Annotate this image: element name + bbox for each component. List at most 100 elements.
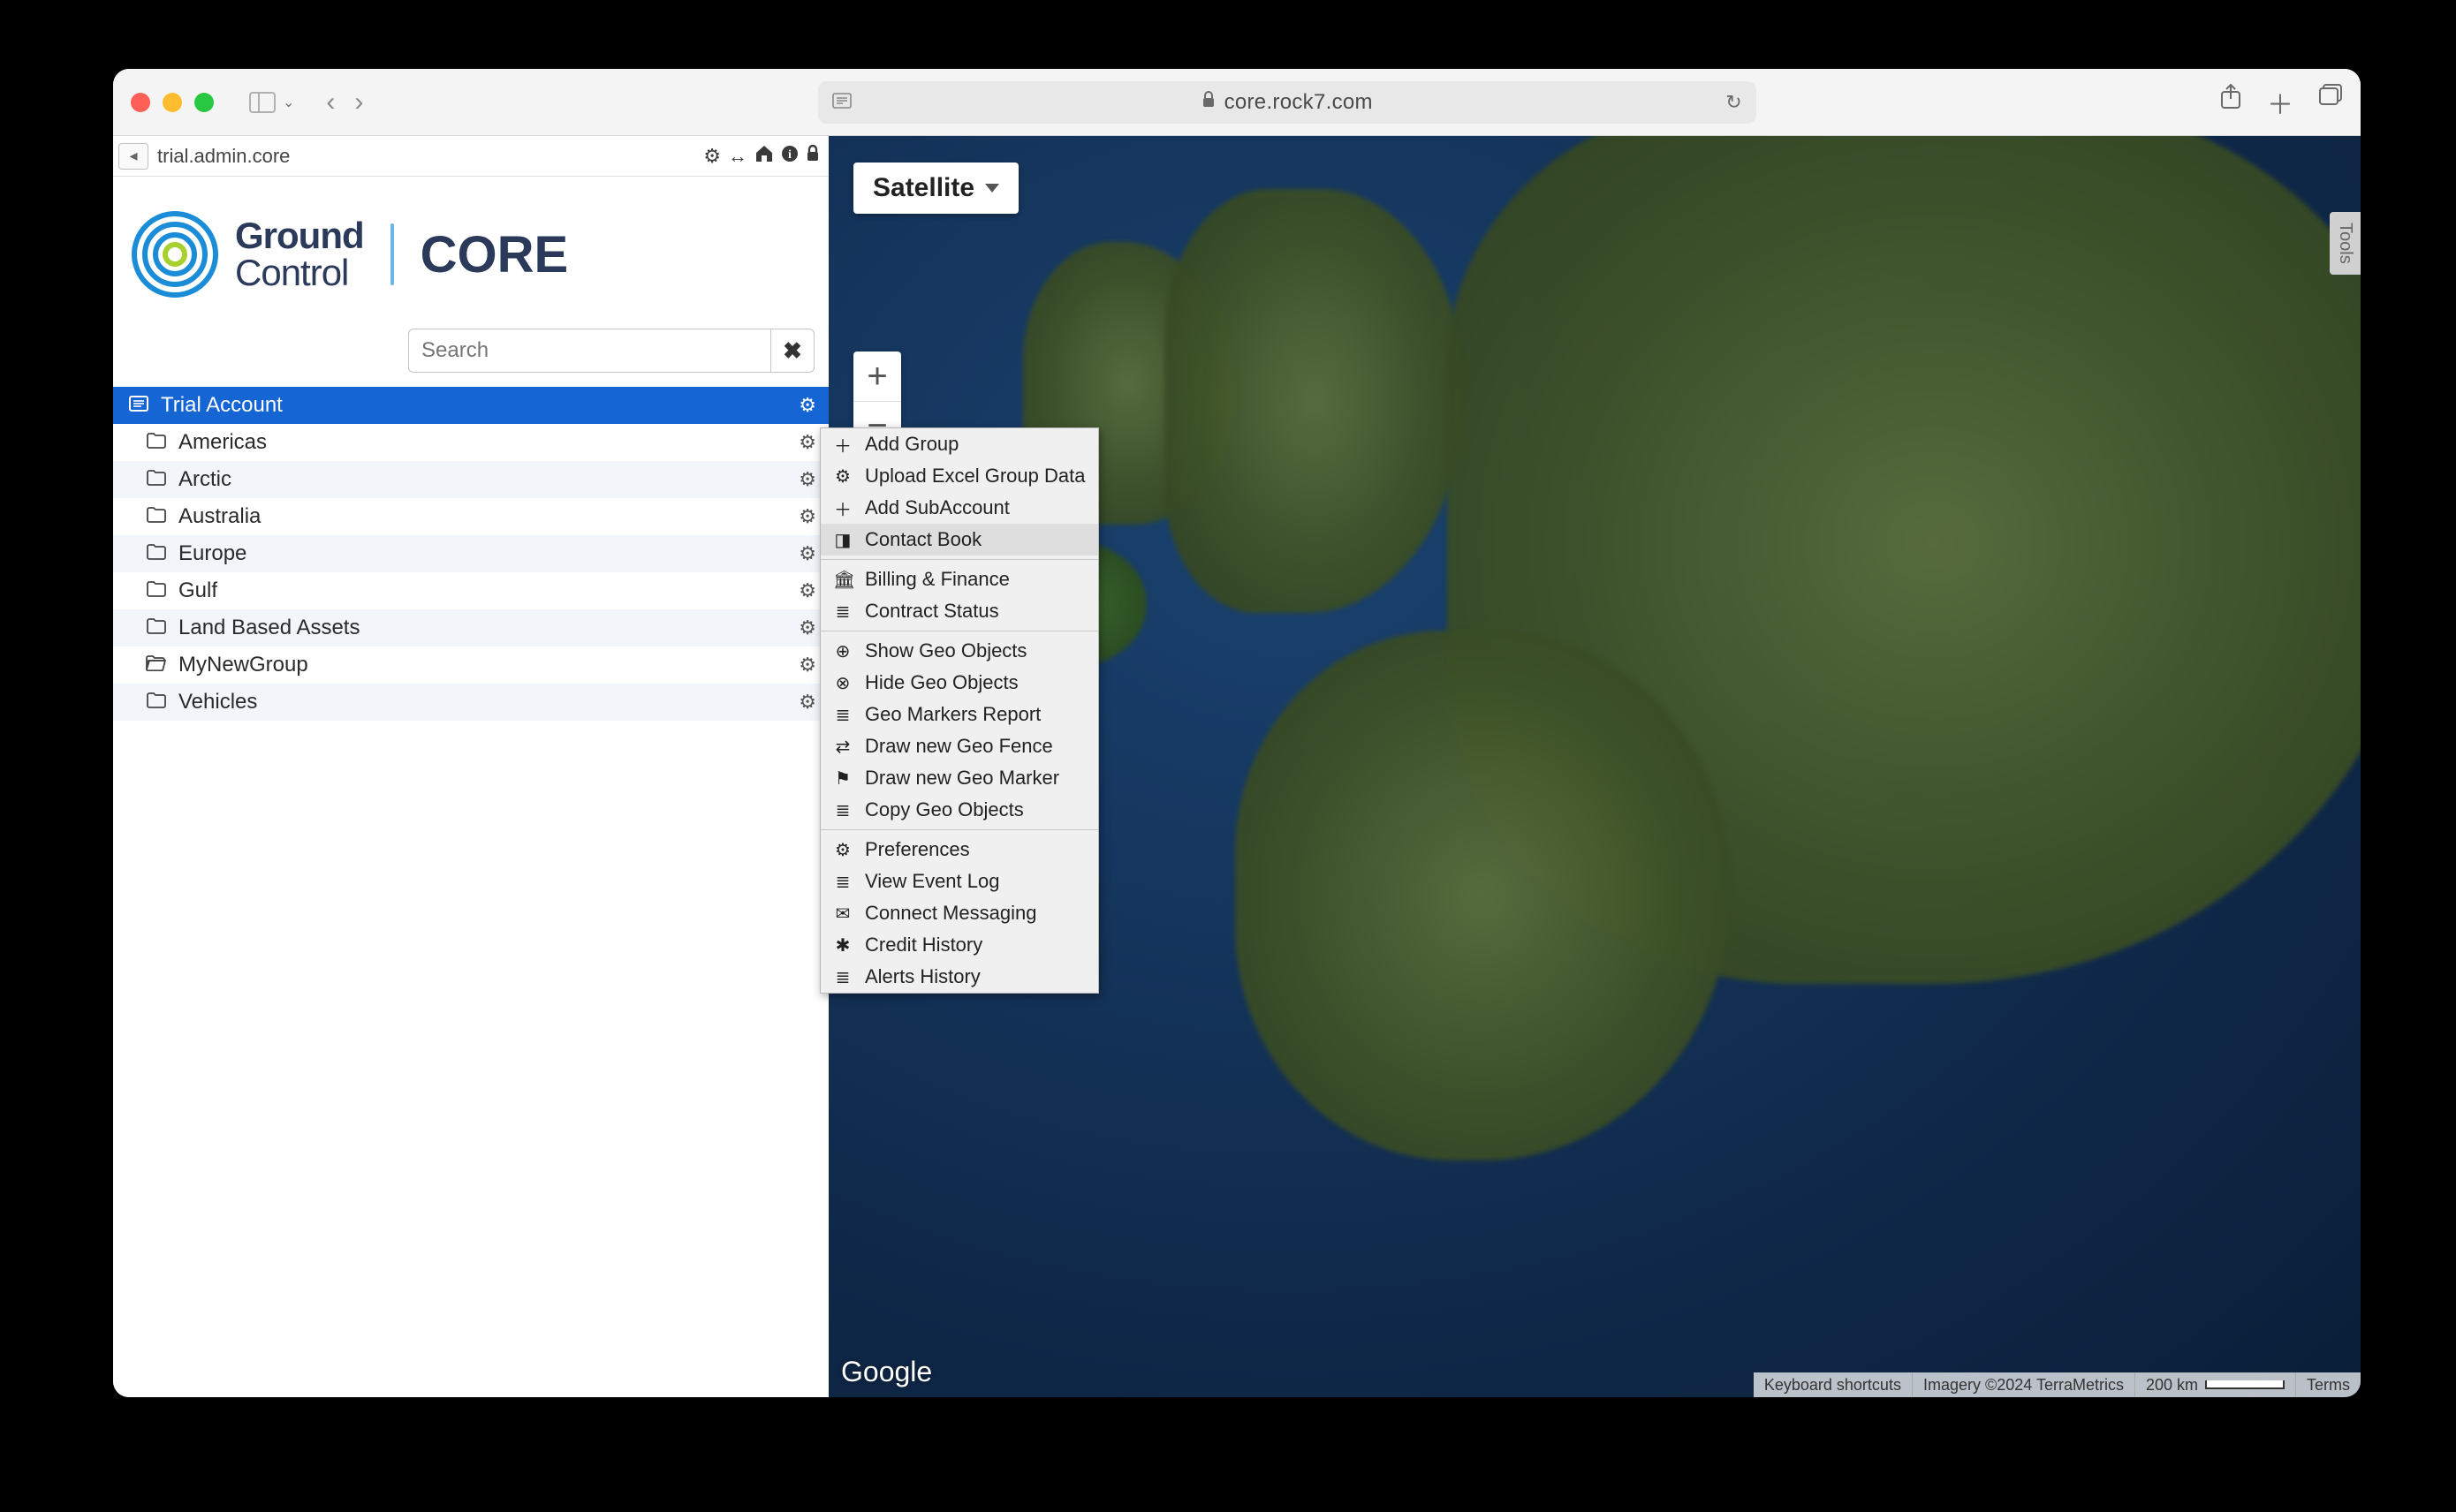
search-input[interactable] [408,329,770,373]
gear-icon[interactable]: ⚙ [799,654,816,677]
gear-icon[interactable]: ⚙ [799,542,816,565]
tree-item[interactable]: Arctic⚙ [113,461,829,498]
reader-mode-icon[interactable] [832,91,852,114]
context-menu-item[interactable]: ＋Add Group [821,428,1098,460]
gear-icon[interactable]: ⚙ [799,616,816,639]
gear-icon[interactable]: ⚙ [799,505,816,528]
context-menu-separator [821,559,1098,560]
context-menu-item-label: Alerts History [865,965,981,988]
context-menu-item[interactable]: ≣ Alerts History [821,961,1098,993]
gear-icon[interactable]: ⚙ [799,394,816,417]
gear-icon[interactable]: ⚙ [799,468,816,491]
gear-icon[interactable]: ⚙ [799,579,816,602]
search-clear-button[interactable]: ✖ [770,329,815,373]
share-icon[interactable] [2219,83,2242,122]
context-menu-item[interactable]: ≣View Event Log [821,866,1098,897]
context-menu-item[interactable]: ◨ Contact Book [821,524,1098,556]
context-menu-item[interactable]: ⇄Draw new Geo Fence [821,730,1098,762]
bank-icon: 🏛 [833,569,853,591]
nav-back-button[interactable]: ‹ [326,89,335,116]
map-type-label: Satellite [873,173,974,203]
context-menu-item-label: Geo Markers Report [865,703,1041,726]
gear-icon[interactable]: ⚙ [799,691,816,714]
expand-icon[interactable]: ↔ [728,145,747,168]
list-icon: ≣ [833,966,853,988]
account-icon [125,394,152,417]
maximize-window-button[interactable] [194,93,214,112]
context-menu-item-label: Copy Geo Objects [865,798,1024,821]
sidebar-toggle-icon[interactable] [249,91,276,114]
context-menu-item-label: Contact Book [865,528,982,551]
tree-item[interactable]: MyNewGroup⚙ [113,646,829,684]
tree-item-account[interactable]: Trial Account ⚙ [113,387,829,424]
context-menu-item[interactable]: ≣Contract Status [821,595,1098,627]
context-menu-item[interactable]: ⚙Preferences [821,834,1098,866]
context-menu-item-label: Add Group [865,433,959,456]
sidebar-dropdown-icon[interactable]: ⌄ [283,94,294,111]
context-menu-item[interactable]: ≣ Geo Markers Report [821,699,1098,730]
swap-icon: ⇄ [833,736,853,758]
folder-icon [143,505,170,528]
tree-item[interactable]: Vehicles⚙ [113,684,829,721]
context-menu-item[interactable]: 🏛Billing & Finance [821,563,1098,595]
context-menu-item-label: Hide Geo Objects [865,671,1019,694]
tree-item[interactable]: Gulf⚙ [113,572,829,609]
context-menu-item-label: Add SubAccount [865,496,1010,519]
context-menu-item-label: Credit History [865,934,982,956]
zoom-in-button[interactable]: + [853,352,901,401]
context-menu-item[interactable]: ⊕Show Geo Objects [821,635,1098,667]
tools-tab[interactable]: Tools [2330,212,2361,275]
keyboard-shortcuts-link[interactable]: Keyboard shortcuts [1754,1372,1912,1397]
app-sidebar: ◂ trial.admin.core ⚙ ↔ i [113,136,829,1397]
reload-icon[interactable]: ↻ [1725,91,1741,114]
breadcrumb-back-button[interactable]: ◂ [118,143,148,170]
close-window-button[interactable] [131,93,150,112]
nav-forward-button[interactable]: › [354,89,363,116]
settings-icon[interactable]: ⚙ [703,145,721,168]
map-footer: Keyboard shortcuts Imagery ©2024 TerraMe… [1754,1372,2361,1397]
tree-item-label: Americas [178,430,799,455]
context-menu-item[interactable]: ⚙Upload Excel Group Data [821,460,1098,492]
search-row: ✖ [113,323,829,387]
google-logo: Google [841,1356,932,1388]
context-menu-item[interactable]: ✱ Credit History [821,929,1098,961]
tree-item[interactable]: Americas⚙ [113,424,829,461]
lock-icon[interactable] [806,145,820,168]
tabs-overview-icon[interactable] [2318,83,2343,122]
traffic-lights [131,93,214,112]
tree-item[interactable]: Australia⚙ [113,498,829,535]
gear-icon[interactable]: ⚙ [799,431,816,454]
plus-icon: ＋ [833,495,853,521]
folder-icon [143,542,170,565]
tree: Trial Account ⚙ Americas⚙Arctic⚙Australi… [113,387,829,721]
new-tab-icon[interactable]: ＋ [2267,83,2293,122]
map-scale: 200 km [2134,1372,2295,1397]
scale-bar-icon [2205,1380,2285,1389]
sidebar-header: ◂ trial.admin.core ⚙ ↔ i [113,136,829,177]
book-icon: ◨ [833,529,853,551]
map-type-button[interactable]: Satellite [853,163,1019,214]
context-menu-item[interactable]: ⊗Hide Geo Objects [821,667,1098,699]
minimize-window-button[interactable] [163,93,182,112]
folder-icon [143,468,170,491]
home-icon[interactable] [754,145,774,168]
folder-icon [143,616,170,639]
address-bar[interactable]: core.rock7.com ↻ [818,81,1756,124]
list-icon: ≣ [833,704,853,726]
context-menu-item[interactable]: ✉Connect Messaging [821,897,1098,929]
core-logo-text: CORE [421,225,569,284]
asterisk-icon: ✱ [833,934,853,956]
terms-link[interactable]: Terms [2295,1372,2361,1397]
context-menu-item[interactable]: ＋ Add SubAccount [821,492,1098,524]
list-icon: ≣ [833,601,853,623]
mail-icon: ✉ [833,903,853,925]
info-icon[interactable]: i [781,145,799,168]
context-menu-item-label: View Event Log [865,870,999,893]
context-menu-item[interactable]: ⚑Draw new Geo Marker [821,762,1098,794]
folder-icon [143,579,170,602]
tree-item[interactable]: Europe⚙ [113,535,829,572]
context-menu-item[interactable]: ≣Copy Geo Objects [821,794,1098,826]
tree-item[interactable]: Land Based Assets⚙ [113,609,829,646]
context-menu-item-label: Draw new Geo Marker [865,767,1059,790]
svg-text:i: i [788,148,792,162]
